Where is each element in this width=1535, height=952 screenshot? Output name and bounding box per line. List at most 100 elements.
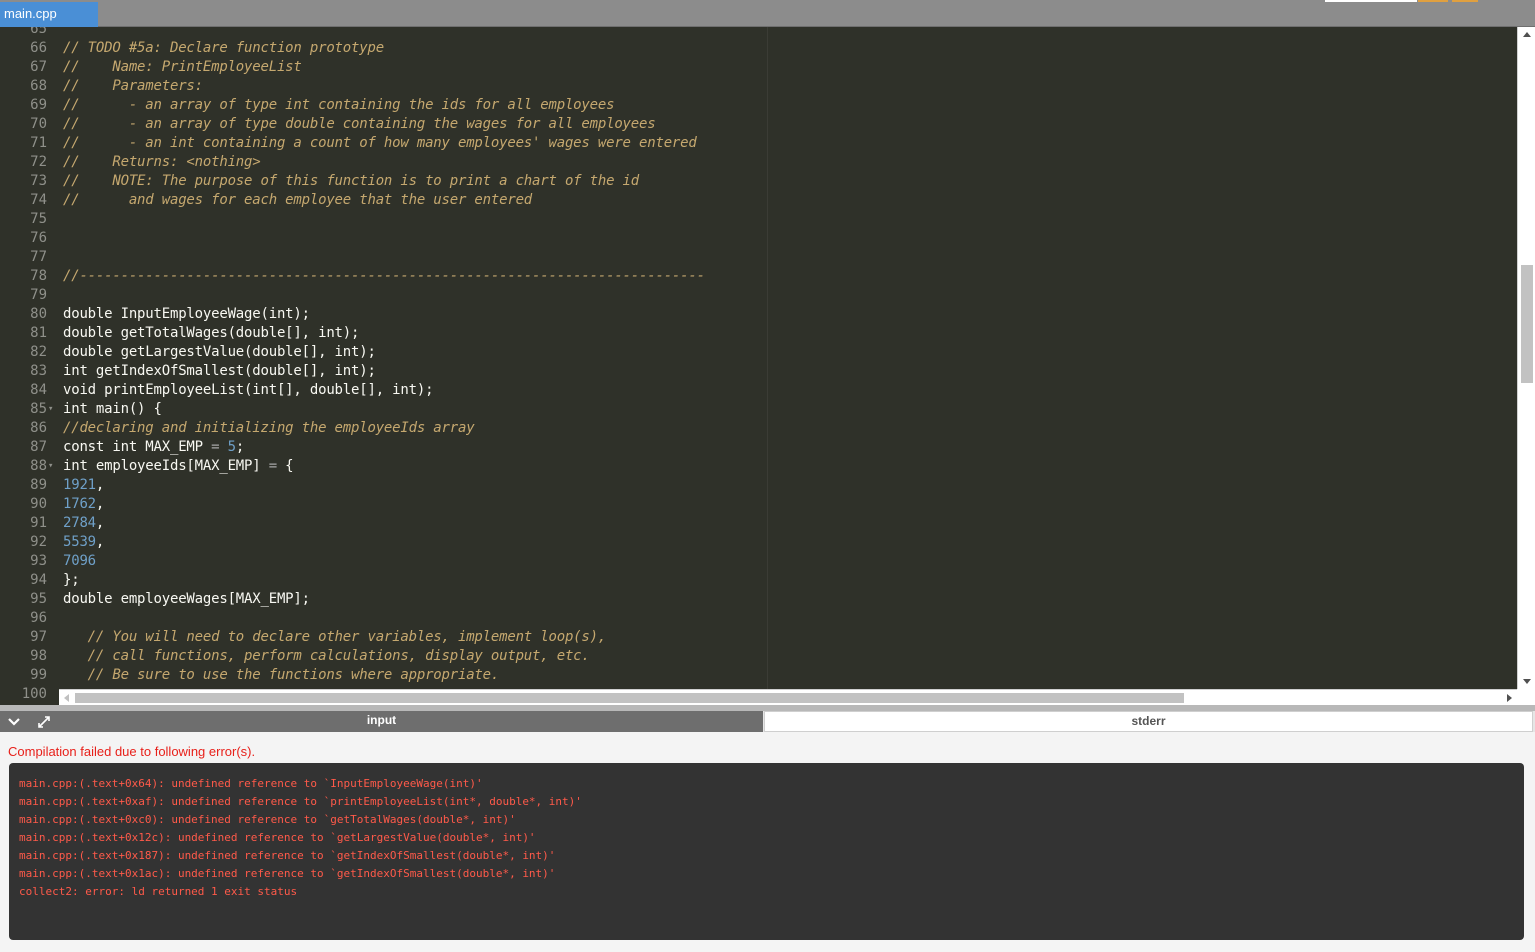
scroll-left-arrow-icon[interactable]	[64, 694, 69, 702]
line-number: 80	[30, 306, 47, 322]
code-line[interactable]: 95 double employeeWages[MAX_EMP];	[0, 590, 1515, 609]
code-text: };	[63, 571, 80, 590]
error-line: main.cpp:(.text+0x187): undefined refere…	[19, 849, 556, 862]
tab-label: main.cpp	[4, 6, 57, 21]
line-number: 68	[30, 78, 47, 94]
line-number: 91	[30, 515, 47, 531]
code-line[interactable]: 73 // NOTE: The purpose of this function …	[0, 172, 1515, 191]
code-text: // Returns: <nothing>	[63, 153, 261, 172]
line-number: 77	[30, 249, 47, 265]
scroll-right-arrow-icon[interactable]	[1507, 694, 1512, 702]
code-line[interactable]: 72 // Returns: <nothing>	[0, 153, 1515, 172]
number-literal: 7096	[63, 553, 96, 569]
collapse-panel-button[interactable]	[0, 711, 28, 732]
code-text: // You will need to declare other variab…	[63, 628, 607, 647]
code-line[interactable]: 99 // Be sure to use the functions where…	[0, 666, 1515, 685]
code-line[interactable]: 80 double InputEmployeeWage(int);	[0, 305, 1515, 324]
fold-arrow-icon[interactable]: ▾	[48, 457, 53, 476]
code-line[interactable]: 82 double getLargestValue(double[], int);	[0, 343, 1515, 362]
toolbar-accent-light	[1325, 0, 1417, 2]
expand-panel-button[interactable]	[30, 711, 58, 732]
code-token: double getTotalWages(double[], int);	[63, 325, 360, 341]
code-line[interactable]: 84 void printEmployeeList(int[], double[]…	[0, 381, 1515, 400]
number-literal: 5539	[63, 534, 96, 550]
code-token: ,	[95, 477, 105, 493]
code-line[interactable]: 89 1921,	[0, 476, 1515, 495]
code-line[interactable]: 98 // call functions, perform calculatio…	[0, 647, 1515, 666]
line-number: 72	[30, 154, 47, 170]
code-text: // and wages for each employee that the …	[63, 191, 532, 210]
vertical-scroll-thumb[interactable]	[1521, 265, 1533, 383]
tab-main-cpp[interactable]: main.cpp	[0, 2, 98, 27]
comment-text: // Name: PrintEmployeeList	[63, 59, 302, 75]
code-line[interactable]: 90 1762,	[0, 495, 1515, 514]
code-line[interactable]: 66 // TODO #5a: Declare function prototyp…	[0, 39, 1515, 58]
line-number: 82	[30, 344, 47, 360]
code-line[interactable]: 97 // You will need to declare other var…	[0, 628, 1515, 647]
scroll-down-arrow-icon[interactable]	[1523, 679, 1531, 684]
code-line[interactable]: 79	[0, 286, 1515, 305]
tab-input-label: input	[366, 713, 397, 727]
code-text: // Name: PrintEmployeeList	[63, 58, 302, 77]
line-number: 71	[30, 135, 47, 151]
code-token: const int MAX_EMP	[63, 439, 212, 455]
code-line[interactable]: 69 // - an array of type int containing t…	[0, 96, 1515, 115]
number-literal: 5	[227, 439, 236, 455]
code-line[interactable]: 65	[0, 27, 1515, 39]
code-line[interactable]: 87 const int MAX_EMP = 5;	[0, 438, 1515, 457]
code-token: double employeeWages[MAX_EMP];	[63, 591, 310, 607]
tab-stderr[interactable]: stderr	[764, 711, 1533, 732]
horizontal-scrollbar[interactable]	[59, 689, 1517, 705]
scroll-up-arrow-icon[interactable]	[1523, 32, 1531, 37]
code-text: // - an array of type int containing the…	[63, 96, 615, 115]
code-line[interactable]: 71 // - an int containing a count of how …	[0, 134, 1515, 153]
code-line[interactable]: 94};	[0, 571, 1515, 590]
vertical-scrollbar[interactable]	[1517, 27, 1535, 689]
code-line[interactable]: 86 //declaring and initializing the emplo…	[0, 419, 1515, 438]
line-number: 98	[30, 648, 47, 664]
comment-text: //--------------------------------------…	[63, 268, 705, 284]
toolbar-accent-orange	[1418, 0, 1448, 2]
comment-text: // NOTE: The purpose of this function is…	[63, 173, 640, 189]
code-line[interactable]: 74 // and wages for each employee that th…	[0, 191, 1515, 210]
line-number: 74	[30, 192, 47, 208]
code-line[interactable]: 75	[0, 210, 1515, 229]
line-number: 78	[30, 268, 47, 284]
file-tab-bar: main.cpp	[0, 0, 1535, 27]
code-line[interactable]: 68 // Parameters:	[0, 77, 1515, 96]
code-line[interactable]: 77	[0, 248, 1515, 267]
code-text: // Parameters:	[63, 77, 203, 96]
code-line[interactable]: 81 double getTotalWages(double[], int);	[0, 324, 1515, 343]
line-number: 70	[30, 116, 47, 132]
code-text: // - an array of type double containing …	[63, 115, 656, 134]
code-line[interactable]: 88 ▾ int employeeIds[MAX_EMP] = {	[0, 457, 1515, 476]
code-line[interactable]: 83 int getIndexOfSmallest(double[], int);	[0, 362, 1515, 381]
code-line[interactable]: 70 // - an array of type double containin…	[0, 115, 1515, 134]
horizontal-scroll-thumb[interactable]	[75, 693, 1184, 703]
line-number: 69	[30, 97, 47, 113]
error-line: main.cpp:(.text+0x64): undefined referen…	[19, 777, 483, 790]
code-line[interactable]: 91 2784,	[0, 514, 1515, 533]
code-lines[interactable]: 65 66 // TODO #5a: Declare function protot…	[0, 27, 1515, 704]
code-text: int employeeIds[MAX_EMP] = {	[63, 457, 294, 476]
code-text: //declaring and initializing the employe…	[63, 419, 475, 438]
code-text: // - an int containing a count of how ma…	[63, 134, 697, 153]
code-text: int main() {	[63, 400, 162, 419]
code-line[interactable]: 92 5539,	[0, 533, 1515, 552]
code-text: 7096	[63, 552, 96, 571]
code-line[interactable]: 96	[0, 609, 1515, 628]
code-line[interactable]: 85 ▾ int main() {	[0, 400, 1515, 419]
code-editor[interactable]: 65 66 // TODO #5a: Declare function protot…	[0, 27, 1535, 705]
compilation-error-heading: Compilation failed due to following erro…	[8, 744, 256, 759]
toolbar-accent-orange	[1452, 0, 1478, 2]
code-line[interactable]: 67 // Name: PrintEmployeeList	[0, 58, 1515, 77]
tab-input[interactable]: input	[0, 711, 763, 732]
comment-text: // and wages for each employee that the …	[63, 192, 533, 208]
code-line[interactable]: 93 7096	[0, 552, 1515, 571]
error-line: main.cpp:(.text+0x12c): undefined refere…	[19, 831, 536, 844]
fold-arrow-icon[interactable]: ▾	[48, 400, 53, 419]
code-line[interactable]: 76	[0, 229, 1515, 248]
code-line[interactable]: 78 //------------------------------------…	[0, 267, 1515, 286]
code-token: ,	[95, 515, 105, 531]
error-line: main.cpp:(.text+0xc0): undefined referen…	[19, 813, 516, 826]
